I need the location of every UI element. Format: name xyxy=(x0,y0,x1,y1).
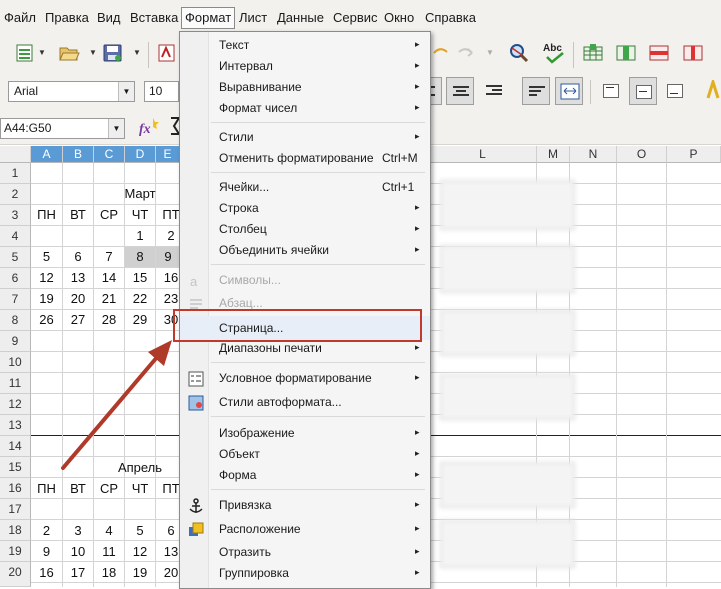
annotation-arrow-icon xyxy=(61,340,172,470)
